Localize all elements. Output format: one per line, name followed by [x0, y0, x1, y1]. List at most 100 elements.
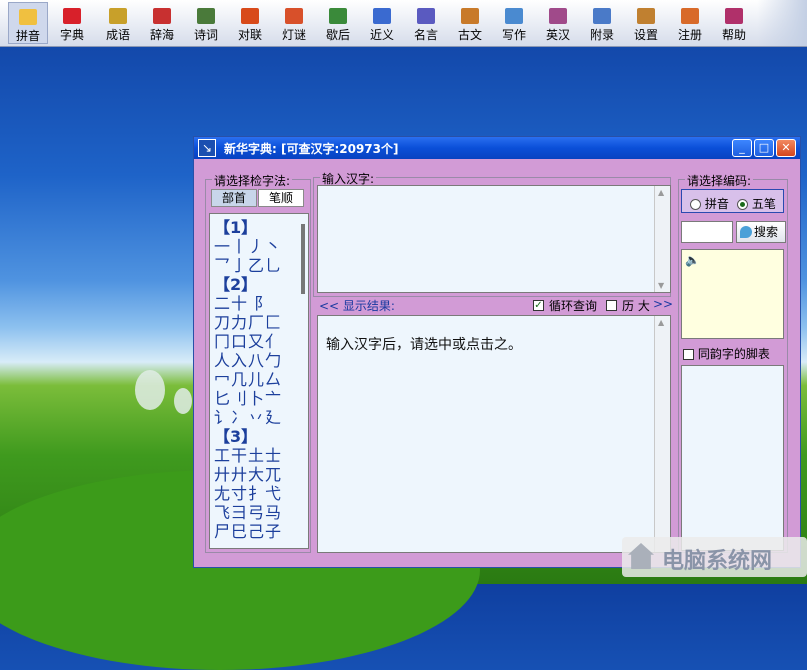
toolbar-item-15[interactable]: 注册	[670, 2, 710, 44]
radical-row[interactable]: 二十 阝	[214, 294, 282, 313]
radical-list[interactable]: 【1】 一丨丿丶 乛亅乙乚 【2】 二十 阝刀力厂匚 冂口又亻 人入八勹 冖几儿厶 匕刂卜亠 讠冫…	[209, 213, 309, 549]
radical-scrollbar[interactable]	[296, 214, 308, 548]
search-button-label: 搜索	[754, 225, 779, 239]
toolbar-label: 古文	[457, 28, 482, 42]
toolbar-label: 对联	[237, 28, 262, 42]
maximize-button[interactable]: □	[754, 139, 774, 157]
help-book-icon	[725, 8, 743, 24]
result-panel[interactable]: 输入汉字后，请选中或点击之。 ▲	[317, 315, 671, 553]
pinyin-radio[interactable]	[690, 199, 701, 210]
pen-icon	[505, 8, 523, 24]
radical-row[interactable]: 刀力厂匚	[214, 313, 282, 332]
minimize-button[interactable]: _	[732, 139, 752, 157]
tab-stroke-order[interactable]: 笔顺	[258, 189, 304, 207]
radical-row[interactable]: 一丨丿丶	[214, 237, 282, 256]
pinyin-radio-label: 拼音	[704, 197, 729, 211]
couplet-icon	[241, 8, 259, 24]
toolbar-item-9[interactable]: 名言	[406, 2, 446, 44]
history-next-arrows[interactable]: >>	[653, 297, 673, 311]
toolbar-item-8[interactable]: 近义	[362, 2, 402, 44]
toolbar-label: 设置	[633, 28, 658, 42]
toolbar-item-5[interactable]: 对联	[230, 2, 270, 44]
radical-scroll-thumb[interactable]	[301, 224, 305, 294]
radical-row[interactable]: 尢寸扌弋	[214, 484, 282, 503]
tree-left	[135, 370, 165, 410]
toolbar-item-13[interactable]: 附录	[582, 2, 622, 44]
gear-icon	[637, 8, 655, 24]
dictionary-icon	[549, 8, 567, 24]
result-scrollbar[interactable]: ▲	[654, 316, 670, 552]
loop-query-check[interactable]: ✓	[533, 300, 544, 311]
toolbar-item-0[interactable]: 拼音	[8, 2, 48, 44]
tree-right	[174, 388, 192, 414]
radical-row[interactable]: 冂口又亻	[214, 332, 282, 351]
rhyme-label: 同韵字的脚表	[697, 347, 770, 361]
toolbar-item-4[interactable]: 诗词	[186, 2, 226, 44]
radical-group-header: 【3】	[214, 427, 258, 446]
toolbar-label: 诗词	[193, 28, 218, 42]
notebook-icon	[417, 8, 435, 24]
loop-query-checkbox[interactable]: ✓	[533, 298, 544, 312]
wubi-radio[interactable]	[737, 199, 748, 210]
toolbar-label: 英汉	[545, 28, 570, 42]
appendix-icon	[593, 8, 611, 24]
book-blue-icon	[373, 8, 391, 24]
watermark: 电脑系统网	[622, 537, 807, 577]
radical-row[interactable]: 飞彐弓马	[214, 503, 282, 522]
pinyin-radio-group[interactable]: 拼音	[690, 195, 729, 212]
tab-radicals[interactable]: 部首	[211, 189, 257, 207]
radical-row[interactable]: 乛亅乙乚	[214, 256, 282, 275]
wubi-radio-label: 五笔	[751, 197, 776, 211]
code-input[interactable]	[681, 221, 733, 243]
door-icon	[681, 8, 699, 24]
toolbar-item-12[interactable]: 英汉	[538, 2, 578, 44]
toolbar-item-10[interactable]: 古文	[450, 2, 490, 44]
toolbar-item-14[interactable]: 设置	[626, 2, 666, 44]
scroll-up-arrow[interactable]: ▲	[658, 188, 664, 197]
books-icon	[109, 8, 127, 24]
radical-row[interactable]: 冖几儿厶	[214, 370, 282, 389]
radical-group-header: 【1】	[214, 218, 258, 237]
result-scroll-up[interactable]: ▲	[658, 318, 664, 327]
watermark-text: 电脑系统网	[662, 549, 773, 574]
toolbar-item-11[interactable]: 写作	[494, 2, 534, 44]
char-input[interactable]: ▲ ▼	[317, 185, 671, 293]
toolbar-item-16[interactable]: 帮助	[714, 2, 754, 44]
toolbar-label: 字典	[59, 28, 84, 42]
history-label: 历 大	[622, 299, 650, 313]
rhyme-checkbox[interactable]	[683, 349, 694, 360]
close-button[interactable]: ✕	[776, 139, 796, 157]
radical-row[interactable]: 人入八勹	[214, 351, 282, 370]
history-check[interactable]	[606, 300, 617, 311]
history-checkbox[interactable]	[606, 298, 617, 312]
search-button[interactable]: 搜索	[736, 221, 786, 243]
toolbar-label: 名言	[413, 28, 438, 42]
rhyme-option[interactable]: 同韵字的脚表	[683, 345, 770, 362]
radical-row[interactable]: 匕刂卜亠	[214, 389, 282, 408]
input-scrollbar[interactable]: ▲ ▼	[654, 186, 670, 292]
toolbar-label: 近义	[369, 28, 394, 42]
radical-row[interactable]: 工干土士	[214, 446, 282, 465]
window-title: 新华字典: [可查汉字:20973个]	[224, 142, 399, 156]
red-book-icon	[63, 8, 81, 24]
encoding-title: 请选择编码:	[685, 172, 754, 189]
toolbar-item-6[interactable]: 灯谜	[274, 2, 314, 44]
toolbar-item-1[interactable]: 字典	[52, 2, 92, 44]
title-bar[interactable]: ↘ 新华字典: [可查汉字:20973个] _ □ ✕	[194, 137, 800, 159]
toolbar-item-2[interactable]: 成语	[98, 2, 138, 44]
toolbar-label: 注册	[677, 28, 702, 42]
watermark-house-icon	[628, 543, 654, 569]
toolbar-label: 写作	[501, 28, 526, 42]
result-toolbar: << 显示结果: ✓ 循环查询 历 大 >>	[317, 295, 673, 313]
toolbar-item-3[interactable]: 辞海	[142, 2, 182, 44]
speaker-icon[interactable]: 🔈	[685, 253, 700, 267]
radical-row[interactable]: 廾廾大兀	[214, 465, 282, 484]
rhyme-panel[interactable]	[681, 365, 784, 551]
radical-row[interactable]: 尸巳己子	[214, 522, 282, 541]
toolbar-item-7[interactable]: 歇后	[318, 2, 358, 44]
scroll-down-arrow[interactable]: ▼	[658, 281, 664, 290]
face-icon	[19, 9, 37, 25]
wubi-radio-group[interactable]: 五笔	[737, 195, 776, 212]
lantern-icon	[285, 8, 303, 24]
radical-row[interactable]: 讠冫丷廴	[214, 408, 282, 427]
